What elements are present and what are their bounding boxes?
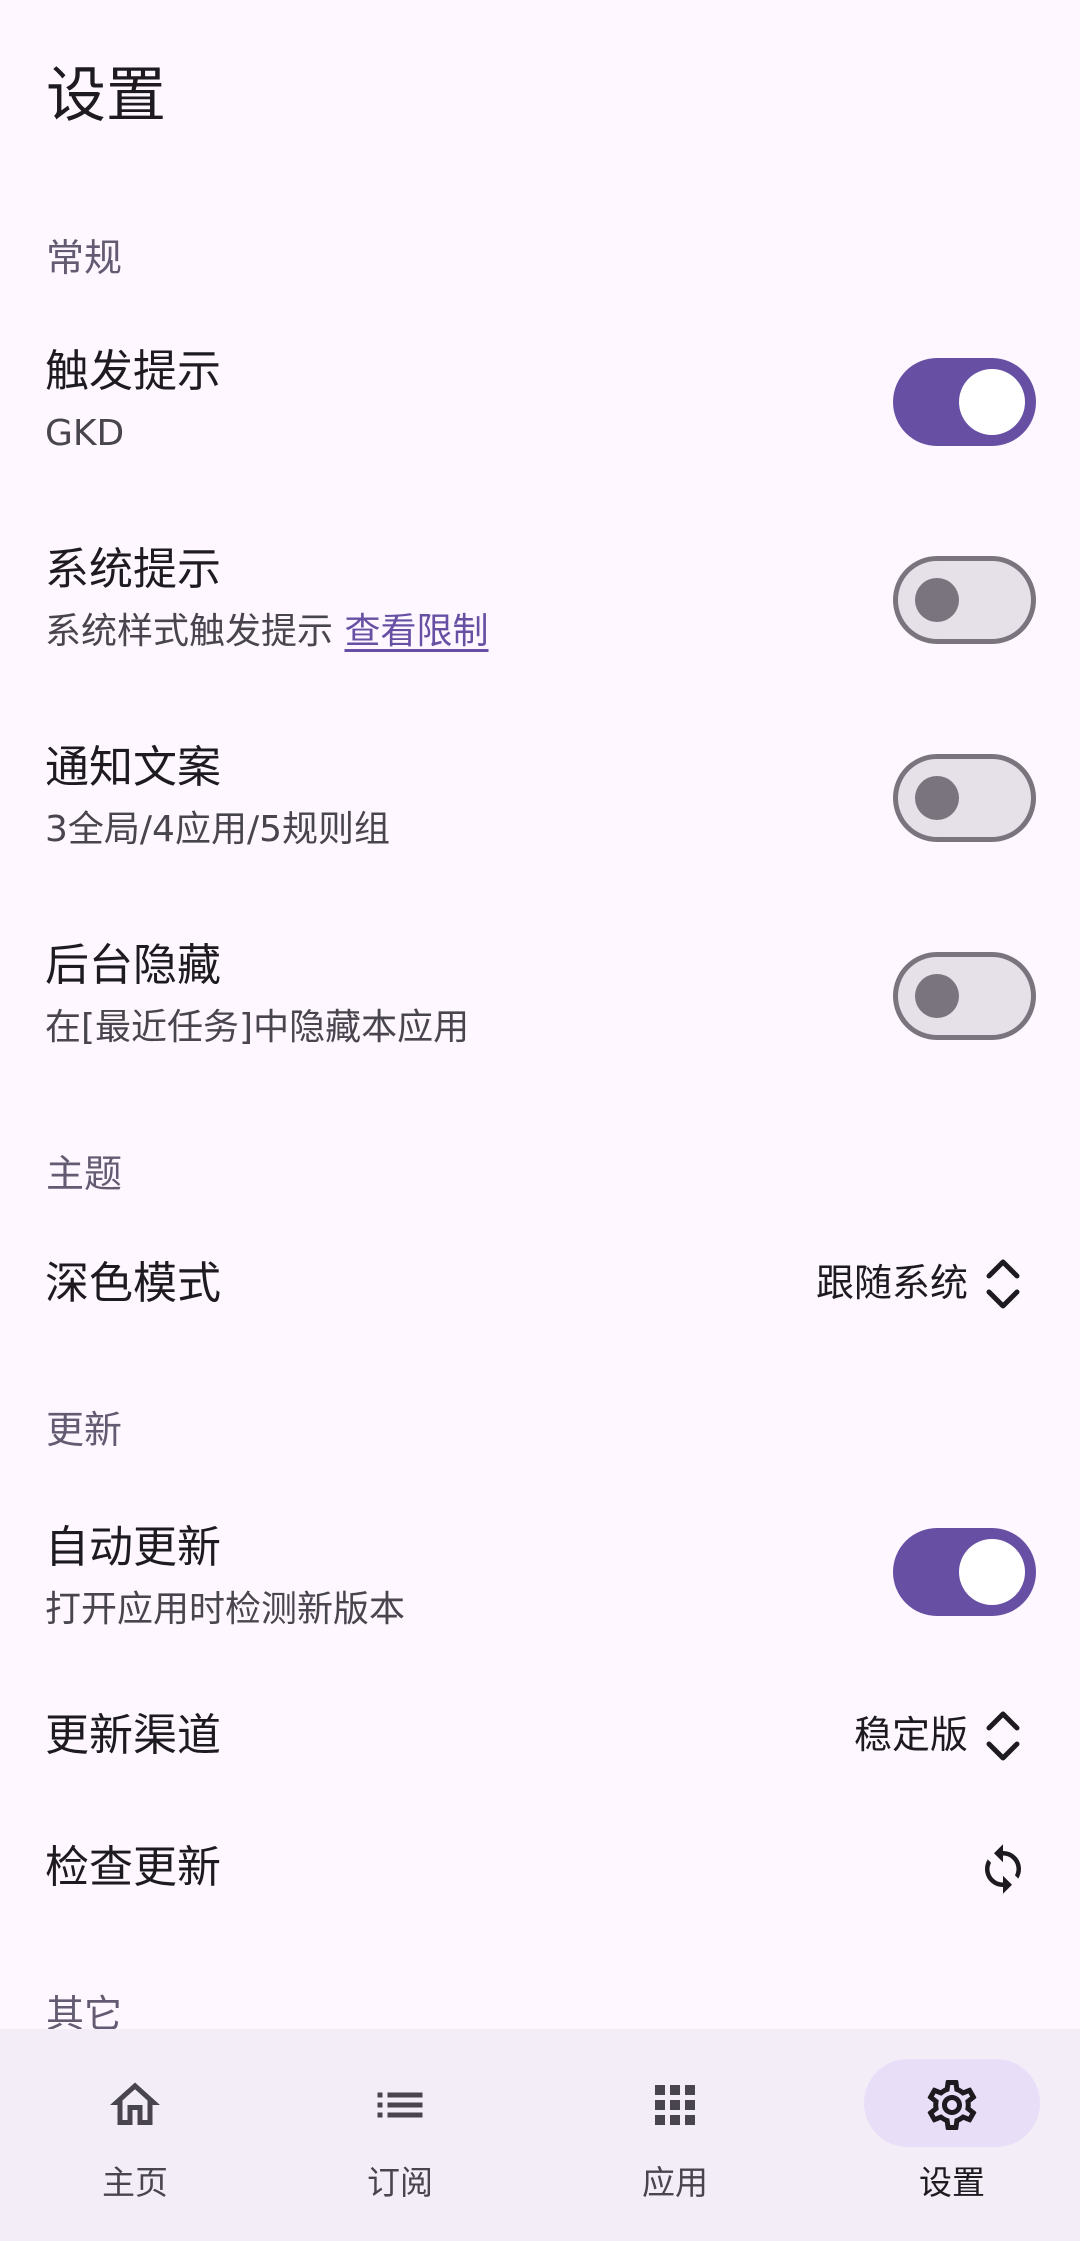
unfold-more-icon[interactable]: [978, 1708, 1028, 1764]
home-icon: [110, 2082, 160, 2125]
settings-gear-icon: [927, 2080, 977, 2130]
setting-row-hide-background[interactable]: 后台隐藏 在[最近任务]中隐藏本应用: [0, 934, 1080, 1064]
list-icon: [377, 2092, 423, 2118]
unfold-more-icon[interactable]: [978, 1256, 1028, 1312]
setting-row-check-update[interactable]: 检查更新: [0, 1824, 1080, 1914]
hide-background-switch[interactable]: [893, 952, 1036, 1040]
section-header-update: 更新: [46, 1408, 123, 1452]
setting-row-system-tip[interactable]: 系统提示 系统样式触发提示 查看限制: [0, 538, 1080, 668]
nav-label: 应用: [642, 2163, 708, 2202]
setting-title: 更新渠道: [45, 1710, 221, 1761]
setting-row-update-channel[interactable]: 更新渠道 稳定版: [0, 1692, 1080, 1782]
auto-update-switch[interactable]: [893, 1528, 1036, 1616]
setting-title: 系统提示: [45, 544, 221, 595]
notify-text-switch[interactable]: [893, 754, 1036, 842]
setting-row-trigger-tip[interactable]: 触发提示 GKD: [0, 340, 1080, 470]
setting-title: 通知文案: [45, 742, 221, 793]
switch-thumb: [915, 974, 959, 1018]
setting-row-notify-text[interactable]: 通知文案 3全局/4应用/5规则组: [0, 736, 1080, 866]
page-title: 设置: [46, 61, 166, 131]
switch-thumb: [959, 1539, 1025, 1605]
system-tip-switch[interactable]: [893, 556, 1036, 644]
nav-label: 设置: [919, 2163, 985, 2202]
trigger-tip-switch[interactable]: [893, 358, 1036, 446]
settings-page: 设置 常规 触发提示 GKD 系统提示 系统样式触发提示 查看限制 通知文案 3…: [0, 0, 1080, 2241]
nav-item-subscriptions[interactable]: 订阅: [265, 2029, 535, 2241]
setting-title: 触发提示: [45, 346, 221, 397]
nav-item-apps[interactable]: 应用: [540, 2029, 810, 2241]
setting-title: 检查更新: [45, 1842, 221, 1893]
setting-subtitle: 系统样式触发提示 查看限制: [45, 608, 488, 656]
setting-row-dark-mode[interactable]: 深色模式 跟随系统: [0, 1240, 1080, 1330]
update-channel-value[interactable]: 稳定版: [854, 1710, 968, 1760]
setting-title: 自动更新: [45, 1522, 221, 1573]
setting-subtitle: 3全局/4应用/5规则组: [45, 809, 390, 850]
view-limits-link[interactable]: 查看限制: [344, 611, 488, 652]
nav-item-home[interactable]: 主页: [0, 2029, 270, 2241]
section-header-theme: 主题: [46, 1152, 123, 1196]
nav-label: 主页: [102, 2163, 168, 2202]
setting-subtitle: 打开应用时检测新版本: [45, 1589, 406, 1630]
apps-grid-icon: [655, 2085, 695, 2125]
section-header-general: 常规: [46, 236, 123, 280]
bottom-navigation-bar: 主页 订阅 应用 设置: [0, 2029, 1080, 2241]
setting-title: 深色模式: [45, 1258, 221, 1309]
switch-thumb: [915, 776, 959, 820]
setting-subtitle: 在[最近任务]中隐藏本应用: [45, 1007, 470, 1048]
nav-item-settings[interactable]: 设置: [817, 2029, 1080, 2241]
sync-icon[interactable]: [976, 1839, 1030, 1899]
switch-thumb: [959, 369, 1025, 435]
nav-label: 订阅: [367, 2163, 433, 2202]
setting-subtitle-text: 系统样式触发提示: [45, 611, 334, 652]
dark-mode-value[interactable]: 跟随系统: [816, 1258, 968, 1308]
setting-subtitle: GKD: [45, 413, 125, 454]
setting-row-auto-update[interactable]: 自动更新 打开应用时检测新版本: [0, 1516, 1080, 1646]
switch-thumb: [915, 578, 959, 622]
setting-title: 后台隐藏: [45, 940, 221, 991]
